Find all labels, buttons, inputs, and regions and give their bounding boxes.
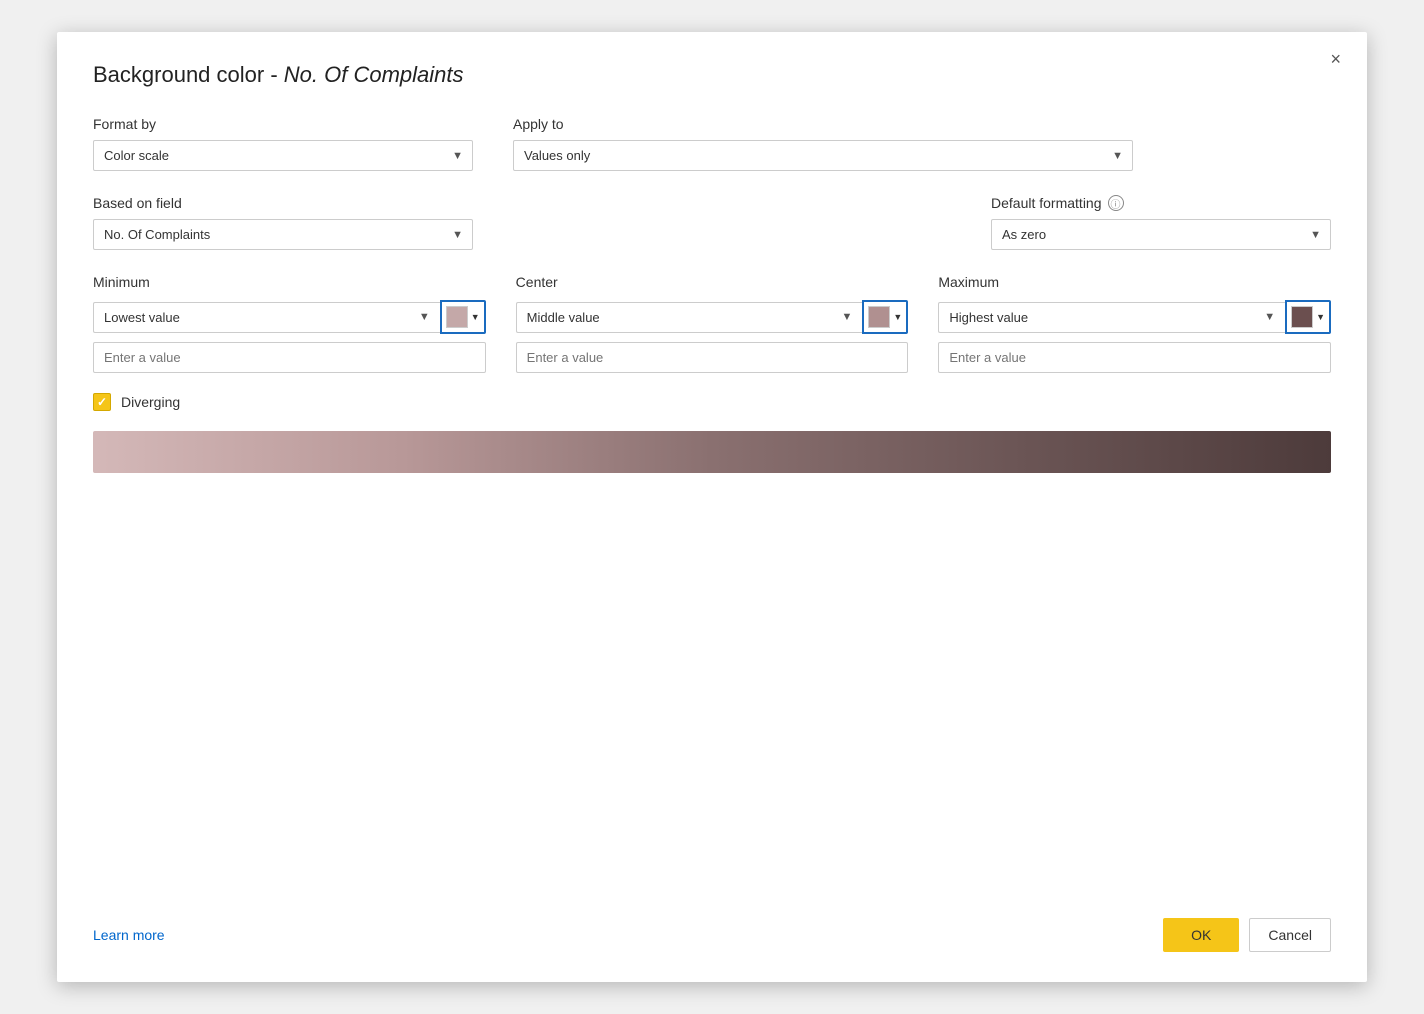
center-section: Center Middle value Number Percent Perce… [516,274,909,373]
maximum-color-select-row: Highest value Number Percent Percentile … [938,300,1331,334]
cancel-button[interactable]: Cancel [1249,918,1331,952]
center-title: Center [516,274,909,290]
diverging-checkbox[interactable]: ✓ [93,393,111,411]
format-by-select[interactable]: Color scale Gradient Rules Field value [93,140,473,171]
minimum-color-swatch [446,306,468,328]
row-format-apply: Format by Color scale Gradient Rules Fie… [93,116,1331,171]
minimum-select[interactable]: Lowest value Number Percent Percentile F… [93,302,440,333]
info-icon[interactable]: ⓘ [1108,195,1124,211]
checkmark-icon: ✓ [97,396,107,408]
default-formatting-select-wrapper: As zero As null Leave empty ▼ [991,219,1331,250]
background-color-dialog: × Background color - No. Of Complaints F… [57,32,1367,982]
maximum-select[interactable]: Highest value Number Percent Percentile … [938,302,1285,333]
row-based-default: Based on field No. Of Complaints ▼ Defau… [93,195,1331,250]
close-button[interactable]: × [1322,46,1349,72]
gradient-bar [93,431,1331,473]
based-on-field-select-wrapper: No. Of Complaints ▼ [93,219,473,250]
center-value-input[interactable] [516,342,909,373]
footer-buttons: OK Cancel [1163,918,1331,952]
maximum-color-arrow-icon: ▼ [1316,312,1325,322]
diverging-row: ✓ Diverging [93,393,1331,411]
diverging-label: Diverging [121,394,180,410]
maximum-value-input[interactable] [938,342,1331,373]
min-center-max-row: Minimum Lowest value Number Percent Perc… [93,274,1331,373]
maximum-title: Maximum [938,274,1331,290]
center-select[interactable]: Middle value Number Percent Percentile F… [516,302,863,333]
learn-more-link[interactable]: Learn more [93,927,165,943]
minimum-color-arrow-icon: ▼ [471,312,480,322]
minimum-color-picker-button[interactable]: ▼ [440,300,486,334]
format-by-label: Format by [93,116,473,132]
format-by-group: Format by Color scale Gradient Rules Fie… [93,116,473,171]
center-select-wrapper: Middle value Number Percent Percentile F… [516,302,863,333]
default-formatting-select[interactable]: As zero As null Leave empty [991,219,1331,250]
form-body: Format by Color scale Gradient Rules Fie… [93,116,1331,898]
default-formatting-label-row: Default formatting ⓘ [991,195,1331,211]
maximum-color-swatch [1291,306,1313,328]
apply-to-group: Apply to Values only Header Totals ▼ [513,116,1133,171]
center-color-swatch [868,306,890,328]
ok-button[interactable]: OK [1163,918,1239,952]
apply-to-select[interactable]: Values only Header Totals [513,140,1133,171]
maximum-color-picker-button[interactable]: ▼ [1285,300,1331,334]
dialog-footer: Learn more OK Cancel [93,898,1331,952]
based-on-field-select[interactable]: No. Of Complaints [93,219,473,250]
format-by-select-wrapper: Color scale Gradient Rules Field value ▼ [93,140,473,171]
center-color-picker-button[interactable]: ▼ [862,300,908,334]
based-on-field-group: Based on field No. Of Complaints ▼ [93,195,473,250]
minimum-title: Minimum [93,274,486,290]
maximum-select-wrapper: Highest value Number Percent Percentile … [938,302,1285,333]
based-on-field-label: Based on field [93,195,473,211]
minimum-value-input[interactable] [93,342,486,373]
dialog-title: Background color - No. Of Complaints [93,62,1331,88]
minimum-color-select-row: Lowest value Number Percent Percentile F… [93,300,486,334]
minimum-select-wrapper: Lowest value Number Percent Percentile F… [93,302,440,333]
default-formatting-group: Default formatting ⓘ As zero As null Lea… [991,195,1331,250]
default-formatting-label: Default formatting [991,195,1102,211]
center-color-select-row: Middle value Number Percent Percentile F… [516,300,909,334]
maximum-section: Maximum Highest value Number Percent Per… [938,274,1331,373]
center-color-arrow-icon: ▼ [893,312,902,322]
apply-to-label: Apply to [513,116,1133,132]
apply-to-select-wrapper: Values only Header Totals ▼ [513,140,1133,171]
minimum-section: Minimum Lowest value Number Percent Perc… [93,274,486,373]
